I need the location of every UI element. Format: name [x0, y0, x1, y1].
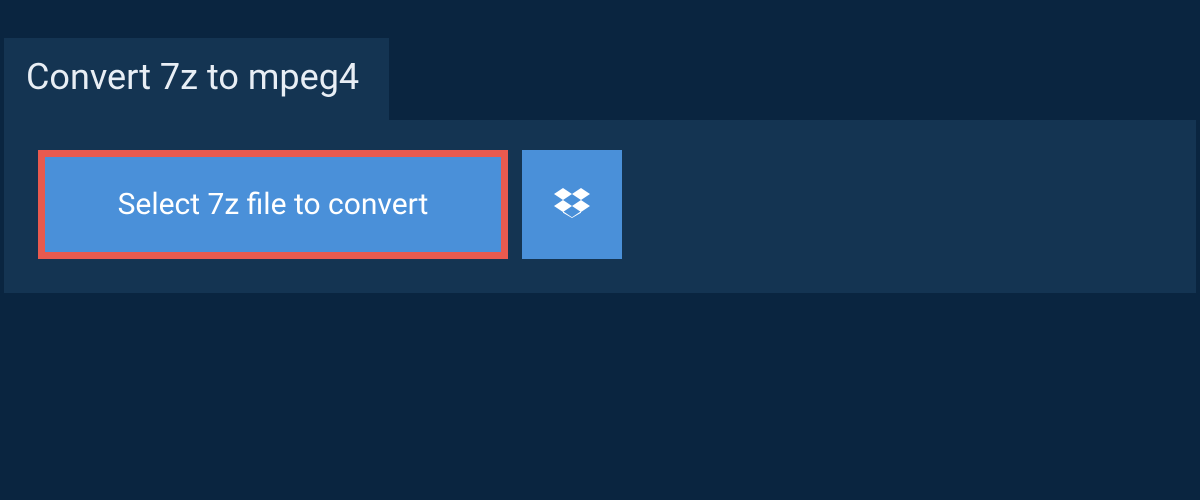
page-title: Convert 7z to mpeg4 [26, 56, 359, 98]
action-row: Select 7z file to convert [38, 150, 1196, 259]
converter-panel: Select 7z file to convert [4, 120, 1196, 293]
page-title-tab: Convert 7z to mpeg4 [4, 38, 389, 120]
dropbox-button[interactable] [522, 150, 622, 259]
select-file-button[interactable]: Select 7z file to convert [38, 150, 508, 259]
select-file-label: Select 7z file to convert [118, 187, 429, 222]
dropbox-icon [554, 185, 590, 225]
